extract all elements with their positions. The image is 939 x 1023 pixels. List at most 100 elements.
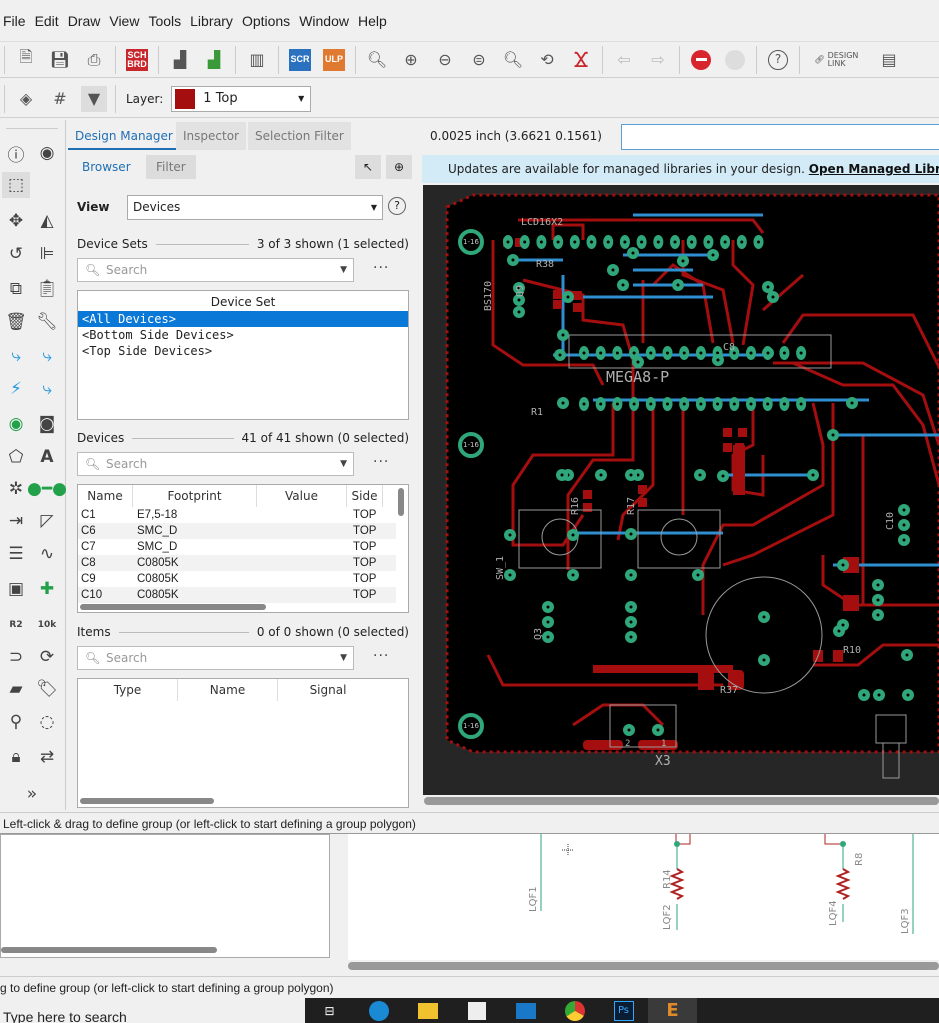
split-icon[interactable]: ⚡︎ bbox=[4, 377, 28, 401]
meander-icon[interactable]: ☰ bbox=[4, 542, 28, 566]
device-sets-search[interactable]: 🔍︎ Search ▼ bbox=[77, 258, 354, 282]
sch-brd-switch-icon[interactable]: SCH BRD bbox=[124, 47, 150, 73]
file-export-icon[interactable]: 🗎 bbox=[13, 47, 39, 73]
text-icon[interactable]: A bbox=[35, 445, 59, 469]
move-icon[interactable]: ✥ bbox=[4, 209, 28, 233]
layers-icon[interactable]: ◈ bbox=[13, 86, 39, 112]
paint-icon[interactable]: ⚲ bbox=[4, 710, 28, 734]
zoom-in-icon[interactable]: ⊕ bbox=[398, 47, 424, 73]
invoke-icon[interactable]: ⊃ bbox=[4, 645, 28, 669]
more-options-icon[interactable]: ··· bbox=[373, 260, 389, 276]
length-icon[interactable]: ∿ bbox=[35, 542, 59, 566]
script-icon[interactable]: SCR bbox=[287, 47, 313, 73]
wrench-icon[interactable]: 🔧︎ bbox=[35, 310, 59, 334]
store-icon[interactable] bbox=[452, 998, 501, 1023]
items-search[interactable]: 🔍︎ Search ▼ bbox=[77, 646, 354, 670]
photoshop-icon[interactable]: Ps bbox=[599, 998, 648, 1023]
list-item[interactable]: <All Devices> bbox=[78, 311, 408, 327]
polygon-icon[interactable]: ⬠ bbox=[4, 445, 28, 469]
redraw-icon[interactable]: ⟲ bbox=[534, 47, 560, 73]
more-options-icon[interactable]: ··· bbox=[373, 454, 389, 470]
ratsnest-tool-icon[interactable]: ✲ bbox=[4, 477, 28, 501]
align-icon[interactable]: ⊫ bbox=[35, 242, 59, 266]
tab-design-manager[interactable]: Design Manager bbox=[68, 122, 180, 150]
table-row[interactable]: C10 C0805K TOP bbox=[78, 587, 396, 603]
view-select[interactable]: Devices ▼ bbox=[127, 195, 383, 220]
delete-icon[interactable]: 🗑︎ bbox=[4, 310, 28, 334]
zoom-select-icon[interactable]: ⊕ bbox=[386, 155, 412, 179]
filter-icon[interactable]: ▼ bbox=[81, 85, 107, 112]
edge-icon[interactable] bbox=[354, 998, 403, 1023]
circle-dashed-icon[interactable]: ◌ bbox=[35, 710, 59, 734]
menu-help[interactable]: Help bbox=[355, 13, 393, 29]
value-icon[interactable]: 10k bbox=[35, 613, 59, 637]
taskbar-search[interactable]: Type here to search bbox=[0, 998, 305, 1023]
tag-icon[interactable]: 🏷︎ bbox=[35, 677, 59, 701]
go-icon[interactable] bbox=[722, 47, 748, 73]
subtab-browser[interactable]: Browser bbox=[72, 155, 141, 179]
mail-icon[interactable] bbox=[501, 998, 550, 1023]
list-item[interactable]: <Bottom Side Devices> bbox=[78, 327, 408, 343]
show-icon[interactable]: ◉ bbox=[35, 141, 59, 165]
task-view-icon[interactable]: ⊟ bbox=[305, 998, 354, 1023]
redo-icon[interactable]: ⇨ bbox=[645, 47, 671, 73]
copy-icon[interactable]: ⧉ bbox=[4, 277, 28, 301]
column-signal[interactable]: Signal bbox=[278, 679, 378, 701]
menu-draw[interactable]: Draw bbox=[65, 13, 107, 29]
horizontal-scrollbar[interactable] bbox=[348, 962, 939, 970]
zoom-area-icon[interactable]: 🔍︎ bbox=[500, 47, 526, 73]
select-mode-icon[interactable]: ↖ bbox=[355, 155, 381, 179]
expand-more-icon[interactable]: » bbox=[20, 782, 44, 806]
pcb-canvas[interactable]: LCD16X2 MEGA8-P R38 R1 BS170 Q9 R16 R17 … bbox=[423, 185, 939, 795]
table-row[interactable]: C7 SMC_D TOP bbox=[78, 539, 396, 555]
schematic-canvas[interactable]: LQF1 LQF2 R14 R8 LQF4 LQF3 bbox=[348, 834, 939, 960]
replace-icon[interactable]: ⟳ bbox=[35, 645, 59, 669]
menu-window[interactable]: Window bbox=[296, 13, 355, 29]
column-footprint[interactable]: Footprint bbox=[133, 485, 257, 507]
table-row[interactable]: C8 C0805K TOP bbox=[78, 555, 396, 571]
save-icon[interactable]: 💾︎ bbox=[47, 47, 73, 73]
stop-icon[interactable] bbox=[688, 47, 714, 73]
column-side[interactable]: Side bbox=[347, 485, 383, 507]
dimension-icon[interactable]: ◸ bbox=[35, 509, 59, 533]
horizontal-scrollbar[interactable] bbox=[80, 798, 214, 804]
route-icon[interactable]: ⤷ bbox=[4, 344, 28, 368]
undo-icon[interactable]: ⇦ bbox=[611, 47, 637, 73]
zoom-fit-icon[interactable]: 🔍︎ bbox=[364, 47, 390, 73]
ratsnest-icon[interactable]: Ϫ bbox=[568, 47, 594, 73]
menu-tools[interactable]: Tools bbox=[145, 13, 187, 29]
hole-icon[interactable]: ◙ bbox=[35, 412, 59, 436]
menu-edit[interactable]: Edit bbox=[32, 13, 65, 29]
design-link-icon[interactable]: 🔗︎ DESIGN LINK bbox=[808, 47, 868, 73]
menu-file[interactable]: File bbox=[0, 13, 32, 29]
info-icon[interactable]: ⓘ bbox=[4, 141, 28, 166]
zoom-out-icon[interactable]: ⊖ bbox=[432, 47, 458, 73]
group-select-icon[interactable]: ⬚ bbox=[2, 172, 30, 198]
help-icon[interactable]: ? bbox=[388, 197, 406, 215]
column-name[interactable]: Name bbox=[78, 485, 133, 507]
zoom-select-icon[interactable]: ⊜ bbox=[466, 47, 492, 73]
library-icon[interactable]: ▥ bbox=[244, 47, 270, 73]
menu-options[interactable]: Options bbox=[239, 13, 296, 29]
horizontal-scrollbar[interactable] bbox=[1, 947, 217, 953]
add-part-icon[interactable]: ▣ bbox=[4, 577, 28, 601]
device-set-header[interactable]: Device Set bbox=[78, 291, 408, 311]
column-name[interactable]: Name bbox=[178, 679, 278, 701]
table-row[interactable]: C1 E7,5-18 TOP bbox=[78, 507, 396, 523]
layer-select[interactable]: 1 Top ▼ bbox=[171, 85, 312, 112]
file-explorer-icon[interactable] bbox=[403, 998, 452, 1023]
more-options-icon[interactable]: ··· bbox=[373, 648, 389, 664]
ripup-icon[interactable]: ⤷ bbox=[35, 344, 59, 368]
list-icon[interactable]: ▤ bbox=[876, 47, 902, 73]
rotate-icon[interactable]: ↺ bbox=[4, 242, 28, 266]
command-line-input[interactable] bbox=[621, 124, 939, 150]
ulp-icon[interactable]: ULP bbox=[321, 47, 347, 73]
swap-icon[interactable]: ⇄ bbox=[35, 745, 59, 769]
tab-inspector[interactable]: Inspector bbox=[176, 122, 246, 150]
horizontal-scrollbar[interactable] bbox=[424, 797, 939, 805]
optimize-icon[interactable]: ⤷ bbox=[35, 377, 59, 401]
manufacturing-icon[interactable]: ▟ bbox=[201, 47, 227, 73]
add-gate-icon[interactable]: ✚ bbox=[35, 577, 59, 601]
vertical-scrollbar[interactable] bbox=[398, 488, 404, 516]
wire-icon[interactable]: ●━● bbox=[27, 477, 67, 501]
